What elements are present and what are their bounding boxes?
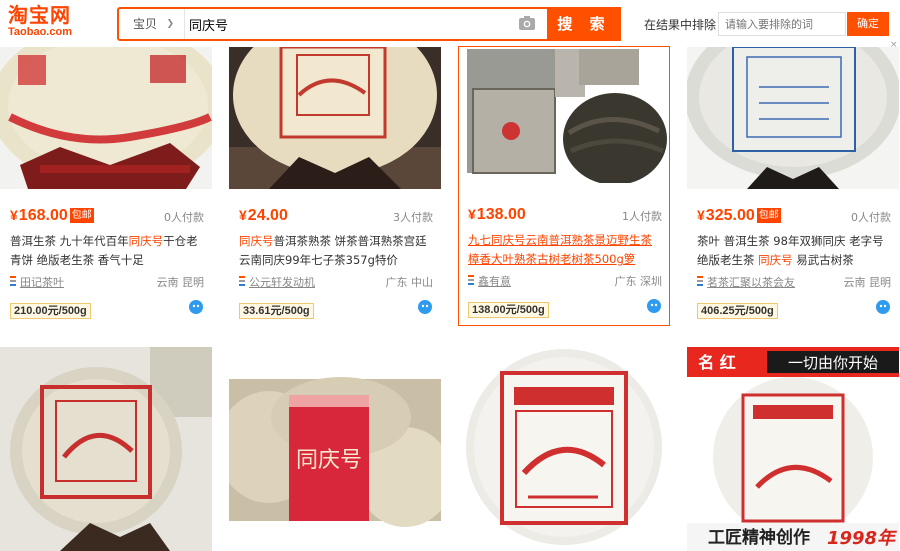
product-card[interactable]: 同庆号 bbox=[229, 347, 441, 551]
unit-price-row: 406.25元/500g bbox=[697, 299, 891, 319]
shop-location: 云南 昆明 bbox=[156, 276, 205, 289]
image-caption-right: 1998年 bbox=[827, 528, 898, 549]
chat-icon[interactable] bbox=[646, 298, 662, 314]
sales-count: 0人付款 bbox=[851, 211, 891, 224]
shop-icon bbox=[10, 276, 16, 286]
image-label: 同庆号 bbox=[296, 448, 362, 473]
exclude-label: 在结果中排除 bbox=[644, 18, 717, 32]
camera-icon[interactable] bbox=[519, 16, 535, 30]
unit-price: 138.00元/500g bbox=[468, 302, 549, 318]
price: ¥168.00 bbox=[10, 207, 68, 224]
unit-price-row: 210.00元/500g bbox=[10, 299, 204, 319]
free-shipping-badge: 包邮 bbox=[69, 208, 94, 223]
unit-price-row: 138.00元/500g bbox=[468, 298, 662, 318]
product-card[interactable]: ¥24.00 3人付款 同庆号普洱茶熟茶 饼茶普洱熟茶宫廷云南同庆99年七子茶3… bbox=[229, 47, 441, 325]
sales-count: 1人付款 bbox=[622, 210, 662, 223]
unit-price: 33.61元/500g bbox=[239, 303, 314, 319]
price-row: ¥24.00 3人付款 bbox=[239, 205, 433, 227]
shop-name[interactable]: 田记茶叶 bbox=[20, 274, 64, 290]
exclude-confirm-button[interactable]: 确定 bbox=[847, 12, 889, 36]
search-box: 宝贝 ❯ 搜 索 bbox=[117, 7, 621, 41]
product-image[interactable]: 同庆号 bbox=[229, 347, 441, 551]
image-caption-left: 工匠精神创作 bbox=[708, 527, 810, 548]
shop-name[interactable]: 鑫有意 bbox=[478, 273, 511, 289]
exclude-input[interactable] bbox=[718, 12, 846, 36]
top-search-bar: 淘宝网 Taobao.com 宝贝 ❯ 搜 索 在结果中排除 确定 × bbox=[0, 0, 900, 50]
shop-location: 广东 深圳 bbox=[614, 275, 663, 288]
product-image[interactable] bbox=[0, 47, 212, 189]
product-card[interactable]: ¥138.00 1人付款 九七同庆号云南普洱熟茶景迈野生茶樟香大叶熟茶古树老树茶… bbox=[458, 46, 670, 326]
shop-row: 鑫有意 广东 深圳 bbox=[468, 272, 662, 288]
shop-row: 公元轩发动机 广东 中山 bbox=[239, 273, 433, 289]
sales-count: 0人付款 bbox=[164, 211, 204, 224]
chevron-down-icon: ❯ bbox=[166, 19, 174, 29]
product-title[interactable]: 茶叶 普洱生茶 98年双狮同庆 老字号绝版老生茶 同庆号 易武古树茶 bbox=[697, 232, 891, 270]
shop-row: 田记茶叶 云南 昆明 bbox=[10, 273, 204, 289]
shop-icon bbox=[697, 276, 703, 286]
price-row: ¥138.00 1人付款 bbox=[468, 204, 662, 226]
product-image[interactable] bbox=[229, 47, 441, 189]
image-banner-right: 一切由你开始 bbox=[788, 354, 878, 372]
sales-count: 3人付款 bbox=[393, 211, 433, 224]
product-image[interactable] bbox=[458, 347, 670, 551]
search-scope-dropdown[interactable]: 宝贝 ❯ bbox=[119, 9, 185, 39]
price-row: ¥325.00 包邮 0人付款 bbox=[697, 205, 891, 227]
price-row: ¥168.00 包邮 0人付款 bbox=[10, 205, 204, 227]
product-title[interactable]: 普洱生茶 九十年代百年同庆号干仓老青饼 绝版老生茶 香气十足 bbox=[10, 232, 204, 270]
product-image[interactable] bbox=[459, 47, 669, 183]
product-image[interactable] bbox=[687, 47, 899, 189]
product-image[interactable] bbox=[0, 347, 212, 551]
logo-text-cn: 淘宝网 bbox=[8, 3, 71, 27]
free-shipping-badge: 包邮 bbox=[756, 208, 781, 223]
shop-location: 广东 中山 bbox=[385, 276, 434, 289]
unit-price-row: 33.61元/500g bbox=[239, 299, 433, 319]
price: ¥325.00 bbox=[697, 207, 755, 224]
taobao-logo[interactable]: 淘宝网 Taobao.com bbox=[8, 4, 92, 42]
search-scope-label: 宝贝 bbox=[133, 17, 158, 31]
search-input[interactable] bbox=[189, 12, 509, 36]
product-card[interactable]: ¥168.00 包邮 0人付款 普洱生茶 九十年代百年同庆号干仓老青饼 绝版老生茶… bbox=[0, 47, 212, 325]
unit-price: 406.25元/500g bbox=[697, 303, 778, 319]
shop-location: 云南 昆明 bbox=[843, 276, 892, 289]
logo-text-en: Taobao.com bbox=[8, 26, 72, 38]
chat-icon[interactable] bbox=[875, 299, 891, 315]
shop-icon bbox=[239, 276, 245, 286]
chat-icon[interactable] bbox=[188, 299, 204, 315]
shop-icon bbox=[468, 275, 474, 285]
product-card[interactable]: 名 红 一切由你开始 工匠精神创作 1998年 bbox=[687, 347, 899, 551]
product-card[interactable]: ¥325.00 包邮 0人付款 茶叶 普洱生茶 98年双狮同庆 老字号绝版老生茶 … bbox=[687, 47, 899, 325]
product-image[interactable]: 名 红 一切由你开始 工匠精神创作 1998年 bbox=[687, 347, 899, 551]
product-title[interactable]: 九七同庆号云南普洱熟茶景迈野生茶樟香大叶熟茶古树老树茶500g箩 bbox=[468, 231, 662, 269]
product-title[interactable]: 同庆号普洱茶熟茶 饼茶普洱熟茶宫廷云南同庆99年七子茶357g特价 bbox=[239, 232, 433, 270]
product-card[interactable] bbox=[458, 347, 670, 551]
price: ¥24.00 bbox=[239, 207, 288, 224]
image-banner-left: 名 红 bbox=[698, 353, 736, 372]
product-card[interactable] bbox=[0, 347, 212, 551]
shop-name[interactable]: 茗茶汇聚以茶会友 bbox=[707, 274, 795, 290]
unit-price: 210.00元/500g bbox=[10, 303, 91, 319]
close-icon[interactable]: × bbox=[890, 40, 900, 50]
chat-icon[interactable] bbox=[417, 299, 433, 315]
shop-row: 茗茶汇聚以茶会友 云南 昆明 bbox=[697, 273, 891, 289]
search-button[interactable]: 搜 索 bbox=[547, 7, 621, 41]
price: ¥138.00 bbox=[468, 206, 526, 223]
shop-name[interactable]: 公元轩发动机 bbox=[249, 274, 315, 290]
